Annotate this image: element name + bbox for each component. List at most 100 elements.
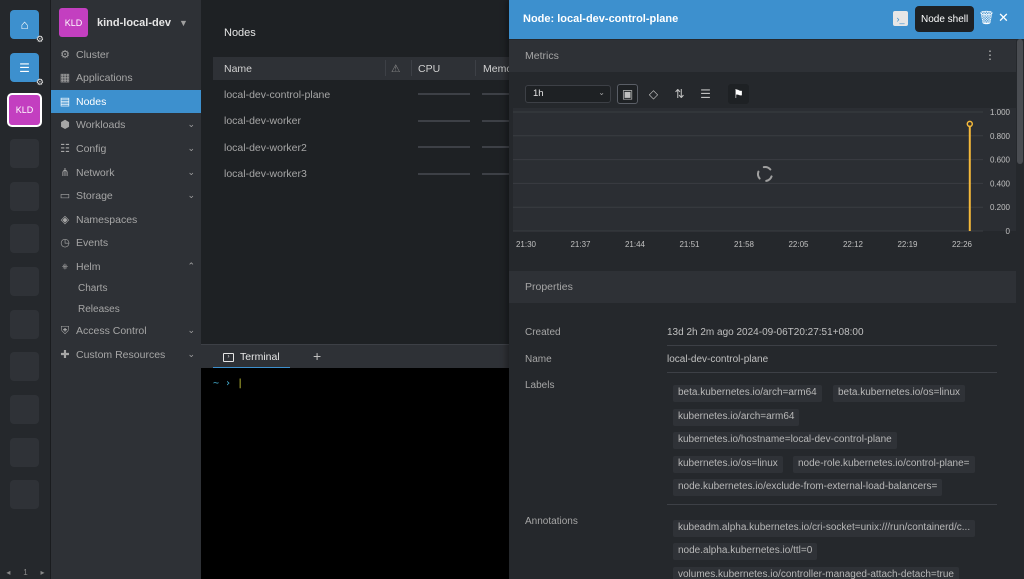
- hotbar-slot[interactable]: [10, 480, 39, 509]
- warning-icon: ⚠: [391, 63, 401, 75]
- table-row[interactable]: local-dev-worker3: [224, 168, 307, 180]
- sidebar-item-workloads[interactable]: ⬢ Workloads ⌄: [51, 113, 201, 136]
- column-header-name[interactable]: Name: [224, 63, 252, 75]
- terminal-icon: ›_: [896, 13, 905, 24]
- sidebar-item-storage[interactable]: ▭ Storage ⌄: [51, 184, 201, 207]
- puzzle-icon: ✚: [60, 348, 70, 361]
- sidebar-item-applications[interactable]: ▦ Applications: [51, 66, 201, 89]
- pods-metric-button[interactable]: ⚑: [728, 84, 749, 104]
- shield-icon: ⛨: [60, 324, 70, 337]
- sidebar-item-namespaces[interactable]: ◈ Namespaces: [51, 208, 201, 231]
- disk-metric-button[interactable]: ☰: [695, 84, 716, 104]
- cpu-bar: [418, 146, 470, 148]
- hotbar-slot[interactable]: [10, 310, 39, 339]
- hotbar-slot[interactable]: [10, 139, 39, 168]
- new-terminal-button[interactable]: +: [313, 348, 321, 364]
- memory-metric-button[interactable]: ◇: [643, 84, 664, 104]
- hotbar-pager: ◂ 1 ▸: [0, 565, 51, 579]
- sidebar-item-label: Helm: [76, 260, 101, 273]
- cpu-bar: [418, 173, 470, 175]
- tab-label: Terminal: [240, 351, 280, 363]
- catalog-button[interactable]: ☰ ⚙: [10, 53, 44, 87]
- hotbar-slot[interactable]: [10, 182, 39, 211]
- metrics-chart: 0 0.200 0.400 0.600 0.800 1.000 21:30 21:37 21:4…: [513, 108, 1016, 249]
- table-row[interactable]: local-dev-control-plane: [224, 89, 330, 101]
- time-range-select[interactable]: 1h ⌄: [525, 85, 611, 103]
- scrollbar[interactable]: [1017, 39, 1023, 164]
- section-title: Metrics: [525, 50, 559, 62]
- x-tick-label: 21:58: [734, 240, 755, 249]
- node-shell-button[interactable]: ›_: [893, 11, 908, 26]
- column-divider: [385, 60, 386, 76]
- column-header-cpu[interactable]: CPU: [418, 63, 440, 75]
- prev-page-icon[interactable]: ◂: [6, 568, 10, 577]
- hotbar-cluster-label: KLD: [15, 105, 34, 115]
- applications-icon: ▦: [59, 71, 71, 84]
- flag-icon: ⚑: [733, 87, 744, 101]
- more-menu-icon[interactable]: ⋮: [984, 48, 996, 62]
- memory-icon: ◇: [648, 87, 659, 101]
- chevron-down-icon: ⌄: [187, 167, 195, 177]
- sidebar-item-label: Network: [76, 166, 115, 179]
- page-number: 1: [23, 567, 28, 577]
- sidebar-subitem-charts[interactable]: Charts: [78, 283, 107, 294]
- sidebar-item-label: Custom Resources: [76, 348, 166, 361]
- sidebar-subitem-releases[interactable]: Releases: [78, 304, 120, 315]
- memory-bar: [482, 146, 509, 148]
- x-tick-label: 22:19: [897, 240, 918, 249]
- sidebar-item-helm[interactable]: ⎈ Helm ⌃: [51, 255, 201, 278]
- delete-icon[interactable]: 🗑: [978, 10, 995, 26]
- nodes-panel: Nodes Name ⚠ CPU Memo local-dev-control-…: [201, 0, 512, 333]
- hotbar-slot[interactable]: [10, 267, 39, 296]
- cluster-name: kind-local-dev: [97, 16, 171, 29]
- sidebar-item-label: Access Control: [76, 324, 147, 337]
- chevron-up-icon: ⌃: [187, 261, 195, 271]
- sidebar-item-nodes[interactable]: ▤ Nodes: [51, 90, 201, 113]
- sidebar-item-label: Workloads: [76, 118, 126, 131]
- chevron-down-icon: ⌄: [187, 119, 195, 129]
- labels-label: Labels: [525, 380, 555, 391]
- y-tick-label: 0.400: [990, 179, 1011, 188]
- hotbar-slot[interactable]: [10, 438, 39, 467]
- sidebar-item-custom-resources[interactable]: ✚ Custom Resources ⌄: [51, 343, 201, 366]
- section-title: Properties: [525, 281, 573, 293]
- drawer-title: Node: local-dev-control-plane: [523, 13, 679, 25]
- next-page-icon[interactable]: ▸: [41, 568, 45, 577]
- terminal-body[interactable]: ~ › |: [201, 368, 509, 579]
- sidebar-item-access-control[interactable]: ⛨ Access Control ⌄: [51, 319, 201, 342]
- label-chip: node-role.kubernetes.io/control-plane=: [793, 456, 975, 473]
- chevron-down-icon: ⌄: [187, 349, 195, 359]
- sidebar-item-network[interactable]: ⋔ Network ⌄: [51, 161, 201, 184]
- table-row[interactable]: local-dev-worker2: [224, 142, 307, 154]
- x-tick-label: 21:30: [516, 240, 537, 249]
- tab-terminal[interactable]: › Terminal: [213, 347, 290, 369]
- hotbar-slot[interactable]: [10, 395, 39, 424]
- x-tick-label: 22:12: [843, 240, 864, 249]
- divider: [667, 504, 997, 505]
- sidebar-item-config[interactable]: ☷ Config ⌄: [51, 137, 201, 160]
- close-icon[interactable]: ✕: [998, 10, 1009, 26]
- hotbar-cluster-kld[interactable]: KLD: [7, 93, 42, 127]
- table-row[interactable]: local-dev-worker: [224, 115, 301, 127]
- divider: [667, 372, 997, 373]
- column-header-memory[interactable]: Memo: [483, 63, 512, 75]
- gear-icon[interactable]: ⚙: [36, 77, 44, 88]
- data-point[interactable]: [966, 120, 974, 128]
- namespaces-icon: ◈: [60, 213, 70, 226]
- gear-icon[interactable]: ⚙: [36, 34, 44, 45]
- network-metric-button[interactable]: ⇅: [669, 84, 690, 104]
- hotbar-slot[interactable]: [10, 352, 39, 381]
- label-chip: node.kubernetes.io/exclude-from-external…: [673, 479, 943, 496]
- home-button[interactable]: ⌂ ⚙: [10, 10, 44, 44]
- sidebar-item-events[interactable]: ◷ Events: [51, 231, 201, 254]
- hotbar-slot[interactable]: [10, 224, 39, 253]
- cpu-metric-button[interactable]: ▣: [617, 84, 638, 104]
- x-tick-label: 21:37: [570, 240, 591, 249]
- nodes-icon: ▤: [59, 95, 71, 108]
- sidebar-item-cluster[interactable]: ⚙ Cluster: [51, 43, 201, 66]
- y-tick-label: 1.000: [990, 108, 1011, 117]
- config-icon: ☷: [60, 142, 70, 155]
- drawer-header: Node: local-dev-control-plane ›_ Node sh…: [509, 0, 1024, 39]
- cluster-selector[interactable]: KLD kind-local-dev ▼: [59, 8, 188, 37]
- sidebar-item-label: Events: [76, 236, 109, 249]
